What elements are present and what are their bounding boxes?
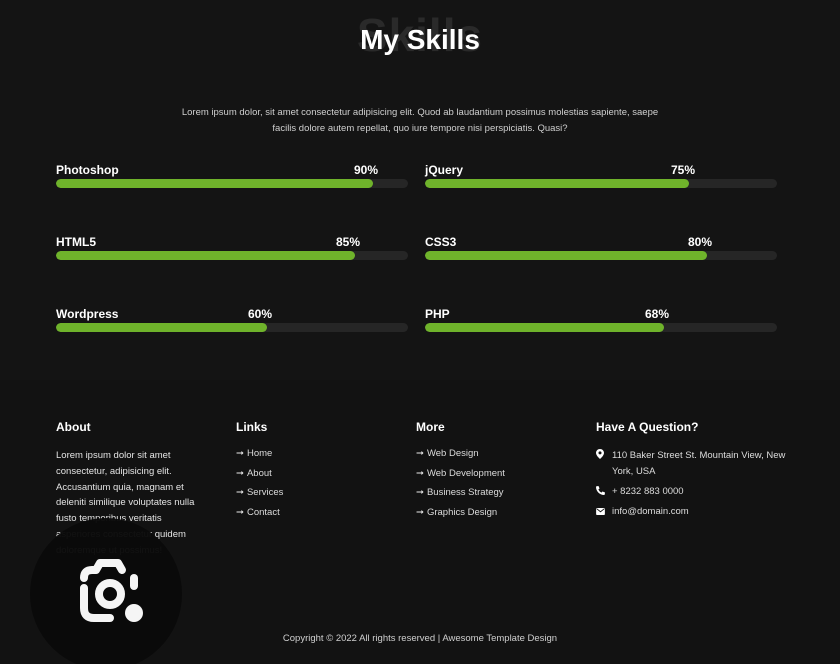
skill-item-php: PHP 68%	[425, 307, 777, 347]
arrow-right-icon: ➞	[236, 487, 244, 498]
arrow-right-icon: ➞	[416, 506, 424, 518]
footer-about-heading: About	[56, 420, 91, 434]
skills-section: Skills My Skills Lorem ipsum dolor, sit …	[0, 0, 840, 380]
skill-percent: 90%	[353, 163, 379, 177]
contact-address-text: 110 Baker Street St. Mountain View, New …	[612, 450, 786, 477]
arrow-right-icon: ➞	[236, 467, 244, 479]
skill-item-jquery: jQuery 75%	[425, 163, 777, 203]
contact-phone-text[interactable]: + 8232 883 0000	[612, 484, 684, 500]
footer-link-label[interactable]: Business Strategy	[427, 487, 504, 498]
progress-track	[425, 323, 777, 332]
skill-percent: 75%	[670, 163, 696, 177]
skill-name: CSS3	[425, 235, 457, 249]
footer-link-business-strategy[interactable]: ➞ Business Strategy	[416, 487, 505, 507]
footer-more-heading: More	[416, 420, 445, 434]
footer-links-heading: Links	[236, 420, 268, 434]
skill-percent: 85%	[335, 235, 361, 249]
skill-percent: 68%	[644, 307, 670, 321]
footer-link-label[interactable]: Home	[247, 448, 272, 459]
section-title: My Skills	[360, 24, 480, 55]
skill-item-html5: HTML5 85%	[56, 235, 408, 275]
arrow-right-icon: ➞	[236, 506, 244, 518]
arrow-right-icon: ➞	[416, 467, 424, 479]
arrow-right-icon: ➞	[416, 487, 424, 498]
arrow-right-icon: ➞	[416, 448, 424, 459]
footer-link-contact[interactable]: ➞ Contact	[236, 507, 283, 527]
contact-email-text[interactable]: info@domain.com	[612, 504, 689, 520]
progress-track	[56, 251, 408, 260]
footer-link-web-development[interactable]: ➞ Web Development	[416, 468, 505, 488]
footer-contact-heading: Have A Question?	[596, 420, 699, 434]
skill-percent: 60%	[247, 307, 273, 321]
footer-link-label[interactable]: About	[247, 468, 272, 479]
intro-line-1: Lorem ipsum dolor, sit amet consectetur …	[181, 107, 659, 118]
progress-fill	[425, 323, 665, 332]
envelope-icon	[596, 504, 612, 520]
phone-icon	[595, 484, 612, 500]
progress-fill	[425, 251, 707, 260]
footer-link-label[interactable]: Web Design	[427, 448, 479, 459]
footer-more: More ➞ Web Design ➞ Web Development ➞ Busin…	[416, 420, 505, 526]
progress-fill	[56, 251, 356, 260]
skill-item-photoshop: Photoshop 90%	[56, 163, 408, 203]
skill-name: PHP	[425, 307, 450, 321]
footer-links-list: ➞ Home ➞ About ➞ Services ➞ Contact	[236, 448, 283, 526]
progress-fill	[56, 179, 373, 188]
contact-email[interactable]: info@domain.com	[596, 504, 786, 520]
footer-links: Links ➞ Home ➞ About ➞ Services ➞ Contact	[236, 420, 283, 526]
progress-track	[425, 179, 777, 188]
map-marker-icon	[596, 448, 612, 480]
footer-link-graphics-design[interactable]: ➞ Graphics Design	[416, 507, 505, 527]
skill-name: Wordpress	[56, 307, 119, 321]
skill-name: Photoshop	[56, 163, 119, 177]
footer-link-services[interactable]: ➞ Services	[236, 487, 283, 507]
progress-fill	[425, 179, 689, 188]
skill-name: jQuery	[425, 163, 464, 177]
skills-intro: Lorem ipsum dolor, sit amet consectetur …	[160, 105, 680, 137]
footer-link-label[interactable]: Web Development	[427, 468, 505, 479]
progress-fill	[56, 323, 268, 332]
skill-item-css3: CSS3 80%	[425, 235, 777, 275]
lens-camera-button[interactable]	[30, 518, 182, 664]
footer-more-list: ➞ Web Design ➞ Web Development ➞ Business S…	[416, 448, 505, 526]
progress-track	[56, 179, 408, 188]
footer-link-label[interactable]: Contact	[247, 507, 280, 518]
footer-link-label[interactable]: Services	[247, 487, 283, 498]
contact-phone[interactable]: + 8232 883 0000	[595, 484, 786, 500]
contact-address: 110 Baker Street St. Mountain View, New …	[596, 448, 786, 480]
skill-name: HTML5	[56, 235, 96, 249]
footer-contact: Have A Question? 110 Baker Street St. Mo…	[595, 420, 786, 524]
footer-link-web-design[interactable]: ➞ Web Design	[416, 448, 505, 468]
skill-item-wordpress: Wordpress 60%	[56, 307, 408, 347]
footer-link-about[interactable]: ➞ About	[236, 468, 283, 488]
footer-link-home[interactable]: ➞ Home	[236, 448, 283, 468]
footer-link-label[interactable]: Graphics Design	[427, 507, 497, 518]
camera-lens-icon	[80, 559, 143, 622]
progress-track	[56, 323, 408, 332]
skill-percent: 80%	[687, 235, 713, 249]
intro-line-2: facilis dolore autem repellat, quo iure …	[272, 123, 568, 134]
progress-track	[425, 251, 777, 260]
arrow-right-icon: ➞	[236, 448, 244, 459]
